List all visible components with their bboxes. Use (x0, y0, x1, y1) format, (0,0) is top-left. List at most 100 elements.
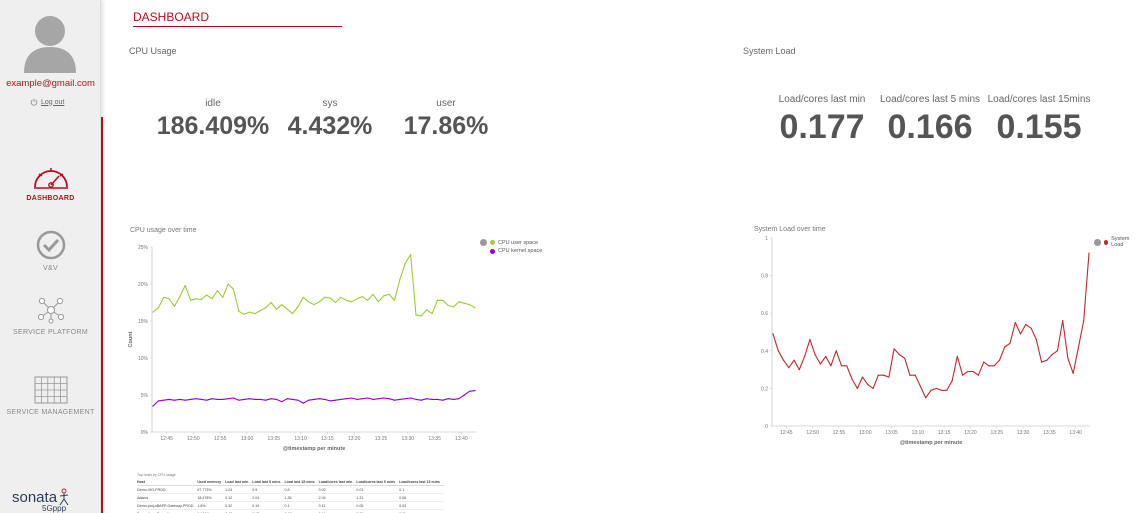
series-point[interactable] (318, 398, 320, 400)
series-point[interactable] (840, 365, 843, 367)
series-point[interactable] (238, 399, 240, 401)
series-point[interactable] (291, 398, 294, 400)
series-point[interactable] (835, 350, 837, 352)
series-point[interactable] (788, 367, 790, 369)
series-point[interactable] (426, 398, 428, 400)
series-point[interactable] (243, 313, 245, 315)
series-point[interactable] (809, 338, 811, 341)
series-point[interactable] (436, 299, 438, 301)
series-point[interactable] (793, 359, 795, 361)
series-point[interactable] (345, 299, 347, 301)
series-point[interactable] (825, 355, 827, 357)
series-point[interactable] (814, 354, 816, 356)
series-point[interactable] (1067, 357, 1069, 359)
series-point[interactable] (211, 398, 213, 400)
series-point[interactable] (877, 374, 879, 376)
series-point[interactable] (1025, 323, 1027, 326)
series-point[interactable] (983, 361, 985, 363)
series-point[interactable] (281, 401, 283, 403)
series-point[interactable] (410, 397, 412, 399)
series-point[interactable] (393, 299, 396, 301)
series-point[interactable] (377, 398, 379, 400)
series-point[interactable] (399, 398, 401, 400)
series-point[interactable] (904, 357, 906, 359)
series-point[interactable] (152, 405, 154, 407)
series-point[interactable] (420, 399, 422, 401)
series-point[interactable] (988, 365, 990, 367)
series-point[interactable] (313, 304, 315, 306)
series-point[interactable] (286, 398, 288, 400)
legend-row-user[interactable]: CPU user space (480, 239, 542, 246)
series-point[interactable] (431, 398, 433, 400)
nav-item-service-platform[interactable]: SERVICE PLATFORM (0, 296, 101, 338)
series-point[interactable] (1009, 342, 1011, 344)
nav-item-dashboard[interactable]: DASHBOARD (0, 164, 101, 204)
series-point[interactable] (442, 299, 444, 301)
series-point[interactable] (772, 333, 774, 335)
series-point[interactable] (163, 296, 165, 298)
series-point[interactable] (399, 279, 401, 281)
series-point[interactable] (404, 398, 406, 400)
series-point[interactable] (275, 398, 277, 400)
series-point[interactable] (275, 308, 277, 310)
series-point[interactable] (830, 365, 832, 367)
series-point[interactable] (883, 374, 885, 376)
series-point[interactable] (426, 309, 428, 311)
series-point[interactable] (415, 398, 417, 400)
series-point[interactable] (977, 374, 979, 376)
series-point[interactable] (993, 365, 995, 367)
series-point[interactable] (474, 307, 476, 309)
nav-item-vv[interactable]: V&V (0, 230, 101, 274)
series-point[interactable] (318, 301, 320, 303)
series-point[interactable] (238, 310, 240, 312)
logout-link[interactable]: Log out (30, 98, 64, 106)
series-point[interactable] (447, 304, 449, 307)
series-point[interactable] (393, 399, 396, 401)
series-point[interactable] (222, 296, 224, 298)
legend-toggle-icon[interactable] (480, 239, 487, 246)
series-point[interactable] (254, 398, 256, 400)
series-point[interactable] (297, 399, 299, 401)
series-point[interactable] (420, 315, 422, 317)
series-point[interactable] (190, 398, 192, 400)
series-point[interactable] (200, 398, 202, 400)
series-point[interactable] (259, 310, 261, 312)
series-point[interactable] (163, 399, 165, 401)
series-point[interactable] (157, 307, 159, 309)
series-point[interactable] (179, 296, 181, 298)
series-point[interactable] (447, 398, 449, 400)
series-point[interactable] (914, 374, 916, 376)
series-point[interactable] (1030, 327, 1032, 329)
series-point[interactable] (383, 397, 385, 399)
series-point[interactable] (361, 296, 363, 298)
series-point[interactable] (458, 398, 460, 400)
series-point[interactable] (302, 402, 304, 404)
legend-toggle-icon[interactable] (1094, 238, 1101, 246)
series-point[interactable] (243, 398, 245, 400)
legend-row-load[interactable]: System Load (1094, 236, 1141, 248)
series-point[interactable] (351, 301, 353, 303)
series-point[interactable] (356, 298, 358, 300)
series-point[interactable] (361, 398, 363, 400)
series-point[interactable] (259, 398, 261, 400)
series-point[interactable] (265, 399, 267, 401)
series-point[interactable] (281, 304, 283, 306)
series-point[interactable] (367, 397, 369, 399)
series-point[interactable] (469, 304, 471, 306)
series-point[interactable] (856, 387, 858, 389)
series-point[interactable] (152, 311, 154, 313)
series-point[interactable] (388, 398, 390, 400)
series-point[interactable] (372, 398, 374, 400)
series-point[interactable] (173, 305, 176, 307)
series-point[interactable] (334, 399, 337, 401)
series-point[interactable] (846, 365, 848, 367)
series-point[interactable] (216, 290, 218, 292)
series-point[interactable] (168, 398, 170, 400)
series-point[interactable] (286, 308, 288, 310)
series-point[interactable] (270, 398, 272, 400)
series-point[interactable] (1072, 372, 1074, 374)
series-point[interactable] (463, 302, 465, 304)
table-row[interactable]: Demo-proj-sBAPP-Gateway-PROD 1.8% 0.32 0.19… (137, 501, 444, 510)
series-point[interactable] (302, 296, 304, 298)
series-point[interactable] (819, 363, 821, 365)
